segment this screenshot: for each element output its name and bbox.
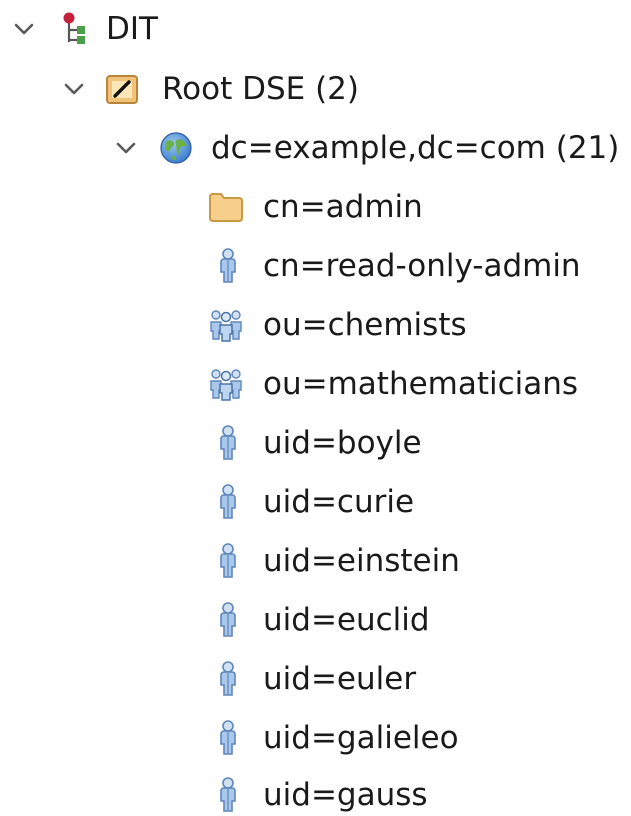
tree-node-label: uid=curie (263, 484, 415, 520)
person-icon (210, 661, 246, 697)
person-icon (210, 602, 246, 638)
chevron-down-icon[interactable] (60, 75, 88, 103)
tree-node-label: uid=galieleo (263, 720, 459, 756)
tree-node-base-dn[interactable]: dc=example,dc=com (21) (0, 119, 631, 177)
person-icon (210, 720, 246, 756)
person-icon (210, 543, 246, 579)
tree-node-label: DIT (106, 11, 158, 47)
folder-icon (208, 189, 244, 225)
person-icon (210, 484, 246, 520)
tree-node-dit[interactable]: DIT (0, 0, 631, 58)
tree-node-entry[interactable]: uid=gauss (0, 766, 631, 813)
tree-node-label: ou=mathematicians (263, 366, 579, 402)
person-icon (210, 425, 246, 461)
tree-node-label: ou=chemists (263, 307, 467, 343)
root-dse-icon (104, 71, 140, 107)
tree-node-label: cn=admin (263, 189, 423, 225)
tree-node-entry[interactable]: uid=euler (0, 650, 631, 708)
tree-node-entry[interactable]: cn=read-only-admin (0, 237, 631, 295)
tree-node-entry[interactable]: uid=boyle (0, 414, 631, 472)
tree-node-label: uid=euclid (263, 602, 430, 638)
tree-node-entry[interactable]: cn=admin (0, 178, 631, 236)
globe-icon (158, 130, 194, 166)
tree-node-label: uid=einstein (263, 543, 460, 579)
tree-node-entry[interactable]: uid=einstein (0, 532, 631, 590)
tree-node-entry[interactable]: uid=galieleo (0, 709, 631, 767)
person-icon (210, 777, 246, 813)
tree-node-label: cn=read-only-admin (263, 248, 581, 284)
group-icon (208, 366, 244, 402)
tree-node-root-dse[interactable]: Root DSE (2) (0, 60, 631, 118)
ldap-tree: DIT Root DSE (2) dc=example,dc=com (21) … (0, 0, 631, 813)
chevron-down-icon[interactable] (10, 15, 38, 43)
tree-node-label: Root DSE (2) (162, 71, 359, 107)
tree-node-entry[interactable]: uid=curie (0, 473, 631, 531)
chevron-down-icon[interactable] (112, 134, 140, 162)
person-icon (210, 248, 246, 284)
tree-node-entry[interactable]: ou=chemists (0, 296, 631, 354)
tree-node-entry[interactable]: uid=euclid (0, 591, 631, 649)
dit-tree-icon (56, 11, 92, 47)
tree-node-label: dc=example,dc=com (21) (211, 130, 620, 166)
group-icon (208, 307, 244, 343)
tree-node-label: uid=boyle (263, 425, 422, 461)
tree-node-label: uid=gauss (263, 777, 428, 813)
tree-node-entry[interactable]: ou=mathematicians (0, 355, 631, 413)
tree-node-label: uid=euler (263, 661, 417, 697)
